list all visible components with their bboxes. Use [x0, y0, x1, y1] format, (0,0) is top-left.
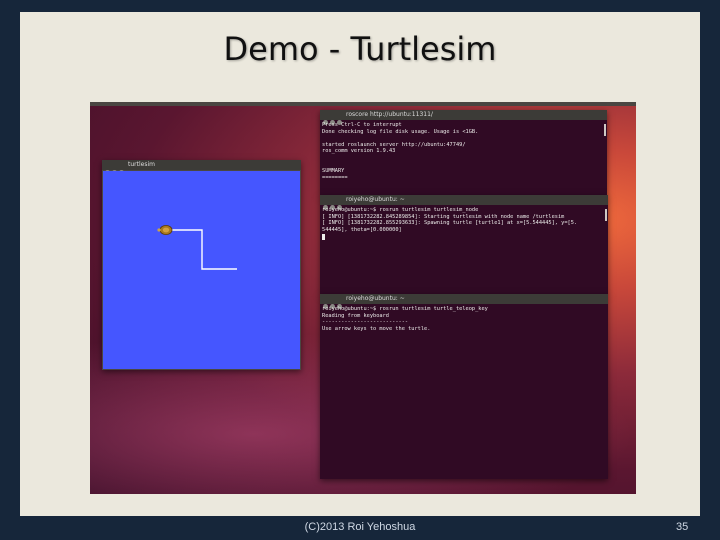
terminal-turtlesim-node-title: roiyeho@ubuntu: ~	[346, 196, 405, 203]
slide-footer: (C)2013 Roi Yehoshua	[304, 521, 416, 533]
desktop-screenshot: turtlesim roscore http://ubuntu:11311/ P…	[90, 102, 636, 494]
terminal-teleop[interactable]: roiyeho@ubuntu: ~ roiyeho@ubuntu:~$ rosr…	[320, 294, 608, 479]
terminal-line: [ INFO] [1381732282.855293633]: Spawning…	[322, 220, 578, 227]
terminal-cursor	[322, 233, 325, 240]
terminal-scrollbar[interactable]	[605, 209, 607, 221]
terminal-roscore-titlebar[interactable]: roscore http://ubuntu:11311/	[320, 110, 607, 125]
terminal-line: ========	[322, 174, 348, 181]
terminal-roscore[interactable]: roscore http://ubuntu:11311/ Press Ctrl-…	[320, 110, 607, 196]
terminal-line: Done checking log file disk usage. Usage…	[322, 128, 479, 135]
terminal-turtlesim-node-titlebar[interactable]: roiyeho@ubuntu: ~	[320, 195, 608, 210]
slide-title: Demo - Turtlesim	[223, 30, 497, 68]
terminal-line: Reading from keyboard	[322, 312, 389, 319]
turtlesim-canvas	[103, 171, 300, 369]
terminal-line: 544445], theta=[0.000000]	[322, 227, 605, 234]
turtle-path-drawing	[157, 225, 237, 270]
turtlesim-window[interactable]: turtlesim	[102, 160, 301, 370]
terminal-line: SUMMARY	[322, 168, 345, 175]
terminal-teleop-title: roiyeho@ubuntu: ~	[346, 295, 405, 302]
turtlesim-titlebar[interactable]: turtlesim	[102, 160, 301, 175]
terminal-turtlesim-node[interactable]: roiyeho@ubuntu: ~ roiyeho@ubuntu:~$ rosr…	[320, 195, 608, 295]
desktop-top-panel	[90, 102, 636, 106]
terminal-line: roiyeho@ubuntu:~$ rosrun turtlesim turtl…	[322, 306, 488, 312]
slide: Demo - Turtlesim turtlesim roscore http:…	[0, 0, 720, 540]
terminal-line: [ INFO] [1381732282.845289854]: Starting…	[322, 213, 565, 220]
page-number: 35	[676, 521, 689, 533]
terminal-line: roiyeho@ubuntu:~$ rosrun turtlesim turtl…	[322, 207, 479, 213]
turtlesim-window-title: turtlesim	[128, 161, 155, 168]
terminal-line-text: 544445], theta=[0.000000]	[322, 226, 402, 233]
terminal-prompt-line	[322, 233, 605, 240]
terminal-roscore-output[interactable]: Press Ctrl-C to interrupt Done checking l…	[322, 122, 604, 181]
terminal-line: ros_comm version 1.9.43	[322, 148, 396, 155]
terminal-roscore-title: roscore http://ubuntu:11311/	[346, 111, 433, 118]
turtle-icon	[157, 225, 173, 236]
terminal-turtlesim-node-output[interactable]: roiyeho@ubuntu:~$ rosrun turtlesim turtl…	[322, 207, 605, 240]
terminal-teleop-titlebar[interactable]: roiyeho@ubuntu: ~	[320, 294, 608, 309]
terminal-scrollbar[interactable]	[604, 124, 606, 136]
terminal-line: started roslaunch server http://ubuntu:4…	[322, 141, 466, 148]
turtle-path	[169, 229, 237, 270]
terminal-line: Press Ctrl-C to interrupt	[322, 122, 402, 128]
terminal-teleop-output[interactable]: roiyeho@ubuntu:~$ rosrun turtlesim turtl…	[322, 306, 605, 332]
terminal-line: Use arrow keys to move the turtle.	[322, 325, 431, 332]
terminal-line: ---------------------------	[322, 319, 409, 326]
